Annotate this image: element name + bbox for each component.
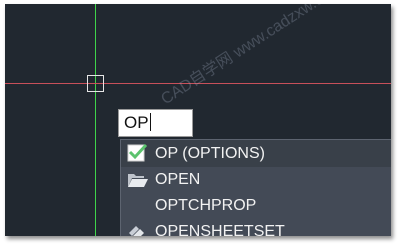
crosshair-y-axis bbox=[95, 4, 96, 236]
autocomplete-item-label: OPENSHEETSET bbox=[155, 223, 285, 236]
autocomplete-item-options[interactable]: OP (OPTIONS) bbox=[121, 140, 391, 167]
cursor-pickbox bbox=[87, 75, 104, 92]
crosshair-x-axis bbox=[5, 83, 391, 84]
text-caret bbox=[149, 113, 151, 131]
autocomplete-list: OP (OPTIONS) OPEN OPTCHPROP OPENSHEETSET bbox=[120, 139, 391, 236]
autocomplete-item-open[interactable]: OPEN bbox=[121, 167, 391, 193]
autocomplete-item-opensheetset[interactable]: OPENSHEETSET bbox=[121, 219, 391, 236]
checkmark-icon bbox=[127, 143, 149, 162]
autocomplete-item-label: OPTCHPROP bbox=[155, 197, 257, 214]
watermark: CAD自学网 www.cadzxw.com bbox=[158, 4, 345, 109]
autocomplete-item-label: OPEN bbox=[155, 171, 201, 188]
dynamic-input-field[interactable]: OP bbox=[118, 109, 193, 137]
sheet-set-icon bbox=[127, 223, 149, 236]
drawing-canvas[interactable]: CAD自学网 www.cadzxw.com OP OP (OPTIONS) OP… bbox=[5, 4, 391, 236]
autocomplete-item-label: OP (OPTIONS) bbox=[155, 145, 265, 162]
autocomplete-item-optchprop[interactable]: OPTCHPROP bbox=[121, 193, 391, 219]
dynamic-input-text: OP bbox=[124, 113, 149, 132]
folder-open-icon bbox=[127, 171, 149, 189]
